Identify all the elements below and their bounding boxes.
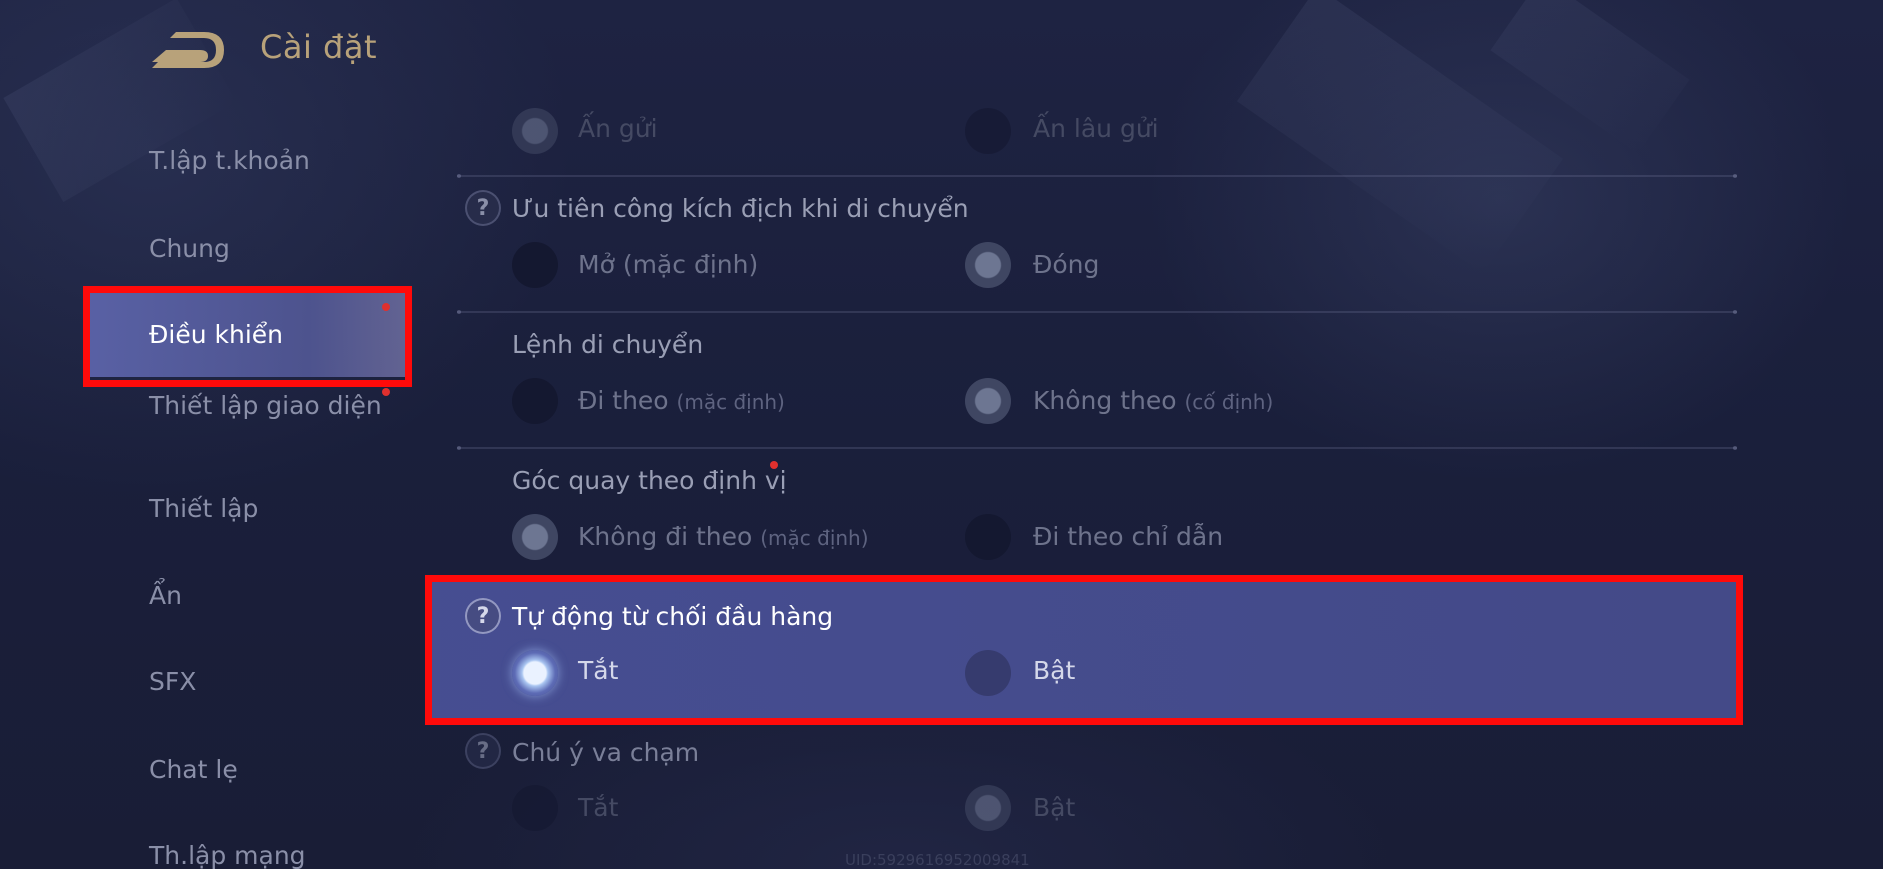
option-move-follow[interactable]: Đi theo (mặc định) <box>578 386 785 415</box>
page-title: Cài đặt <box>260 28 377 66</box>
radio-attack-on-move-on[interactable] <box>512 242 558 288</box>
sidebar-item-general[interactable]: Chung <box>84 233 409 264</box>
option-collision-on[interactable]: Bật <box>1033 793 1075 822</box>
option-move-fixed[interactable]: Không theo (cố định) <box>1033 386 1273 415</box>
divider <box>457 446 1737 450</box>
sidebar-item-account[interactable]: T.lập t.khoản <box>84 145 409 176</box>
radio-auto-reject-on[interactable] <box>965 650 1011 696</box>
sidebar-item-setup[interactable]: Thiết lập <box>84 493 409 524</box>
radio-tap-send[interactable] <box>512 108 558 154</box>
setting-title: Lệnh di chuyển <box>512 330 704 359</box>
radio-attack-on-move-off[interactable] <box>965 242 1011 288</box>
radio-camera-no-follow[interactable] <box>512 514 558 560</box>
radio-long-press-send[interactable] <box>965 108 1011 154</box>
help-icon[interactable]: ? <box>465 598 501 634</box>
sidebar-item-label: Điều khiển <box>149 319 283 349</box>
notification-dot <box>770 461 778 469</box>
sidebar: T.lập t.khoản Chung Điều khiển Thiết lập… <box>0 100 409 869</box>
sidebar-item-network[interactable]: Th.lập mạng <box>84 840 409 869</box>
sidebar-item-controls[interactable]: Điều khiển <box>84 291 409 377</box>
option-camera-no-follow[interactable]: Không đi theo (mặc định) <box>578 522 869 551</box>
option-auto-reject-off[interactable]: Tắt <box>578 656 618 685</box>
option-sub-label: (mặc định) <box>760 526 869 550</box>
radio-auto-reject-off[interactable] <box>512 650 558 696</box>
notification-dot <box>382 303 390 311</box>
divider <box>457 174 1737 178</box>
settings-screen: Cài đặt T.lập t.khoản Chung Điều khiển T… <box>0 0 1883 869</box>
header: Cài đặt <box>0 0 1883 100</box>
sidebar-item-interface[interactable]: Thiết lập giao diện <box>84 390 409 421</box>
option-tap-send[interactable]: Ấn gửi <box>578 114 658 143</box>
option-sub-label: (mặc định) <box>676 390 785 414</box>
sidebar-item-quick-chat[interactable]: Chat lẹ <box>84 754 409 785</box>
option-collision-off[interactable]: Tắt <box>578 793 618 822</box>
setting-title: Tự động từ chối đầu hàng <box>512 602 834 631</box>
setting-title: Ưu tiên công kích địch khi di chuyển <box>512 194 969 223</box>
option-attack-on-move-on[interactable]: Mở (mặc định) <box>578 250 758 279</box>
back-arrow-icon <box>152 32 224 68</box>
divider <box>457 310 1737 314</box>
help-icon[interactable]: ? <box>465 733 501 769</box>
back-button[interactable] <box>148 28 228 72</box>
option-label: Không theo <box>1033 386 1177 415</box>
setting-auto-reject-surrender: ? Tự động từ chối đầu hàng Tắt Bật <box>430 580 1742 718</box>
radio-collision-off[interactable] <box>512 785 558 831</box>
sidebar-item-sfx[interactable]: SFX <box>84 666 409 697</box>
radio-move-fixed[interactable] <box>965 378 1011 424</box>
user-id: UID:5929616952009841 <box>845 851 1030 869</box>
radio-camera-follow-guide[interactable] <box>965 514 1011 560</box>
radio-collision-on[interactable] <box>965 785 1011 831</box>
option-label: Mở <box>578 250 615 279</box>
option-auto-reject-on[interactable]: Bật <box>1033 656 1075 685</box>
option-label: Không đi theo <box>578 522 753 551</box>
notification-dot <box>382 388 390 396</box>
radio-move-follow[interactable] <box>512 378 558 424</box>
option-sub-label: (cố định) <box>1184 390 1274 414</box>
option-sub-label: (mặc định) <box>622 250 759 279</box>
option-attack-on-move-off[interactable]: Đóng <box>1033 250 1099 279</box>
option-label: Đi theo <box>578 386 669 415</box>
option-camera-follow-guide[interactable]: Đi theo chỉ dẫn <box>1033 522 1223 551</box>
setting-title: Chú ý va chạm <box>512 738 700 767</box>
option-long-press-send[interactable]: Ấn lâu gửi <box>1033 114 1159 143</box>
setting-title: Góc quay theo định vị <box>512 466 787 495</box>
sidebar-item-hide[interactable]: Ẩn <box>84 580 409 611</box>
help-icon[interactable]: ? <box>465 190 501 226</box>
